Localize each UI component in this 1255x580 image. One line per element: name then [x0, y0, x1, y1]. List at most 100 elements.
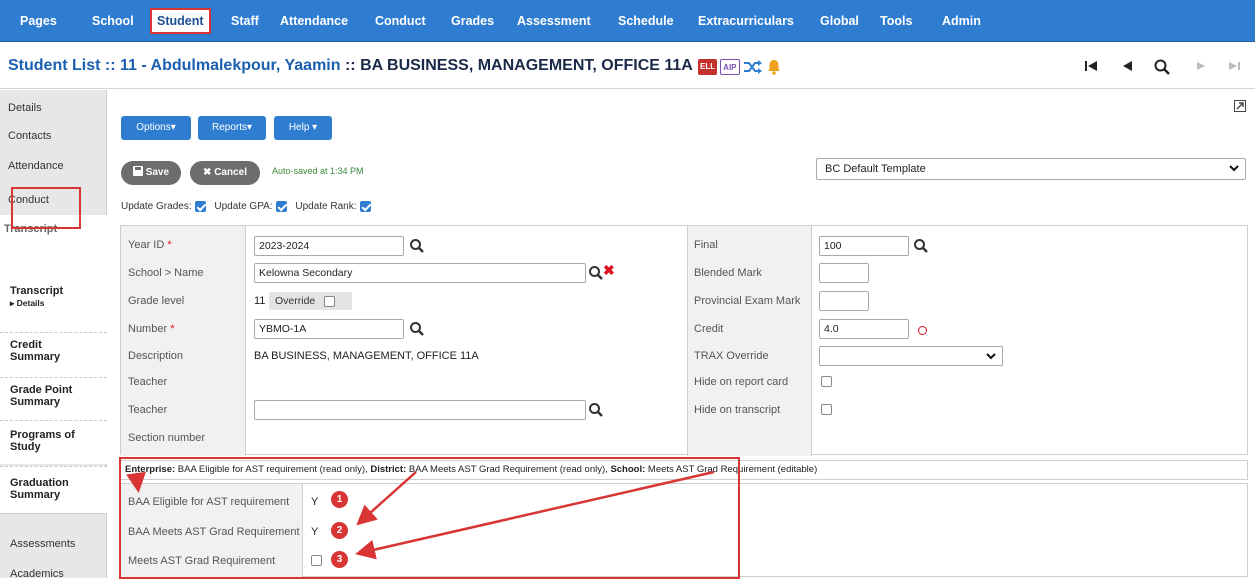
- hide-transcript-label: Hide on transcript: [694, 404, 781, 416]
- search-record-icon[interactable]: [1153, 58, 1171, 76]
- main-content: Options▾ Reports▾ Help ▾ Save ✖ Cancel A…: [108, 90, 1255, 579]
- bell-icon[interactable]: [766, 59, 782, 75]
- provincial-exam-label: Provincial Exam Mark: [694, 295, 801, 307]
- search-icon[interactable]: [409, 238, 425, 254]
- previous-record-icon[interactable]: [1119, 58, 1135, 74]
- number-label: Number *: [128, 323, 175, 335]
- save-button[interactable]: Save: [121, 161, 181, 185]
- cancel-button[interactable]: ✖ Cancel: [190, 161, 260, 185]
- update-rank-checkbox[interactable]: [359, 201, 371, 212]
- title-icons: ELL AIP: [698, 59, 782, 77]
- side-item-line1: Transcript: [10, 285, 64, 297]
- update-gpa-label: Update GPA:: [214, 201, 273, 213]
- side-item-graduation-summary[interactable]: Graduation Summary: [0, 466, 107, 514]
- selected-highlight-box: [11, 187, 81, 229]
- side-item-line2: Summary: [10, 351, 61, 363]
- nav-student[interactable]: Student: [150, 8, 211, 34]
- section-title: :: BA BUSINESS, MANAGEMENT, OFFICE 11A: [340, 57, 693, 74]
- nav-assessment[interactable]: Assessment: [517, 10, 591, 32]
- left-label-column: [121, 226, 246, 456]
- side-item-line1: Credit: [10, 339, 42, 351]
- ell-badge-icon[interactable]: ELL: [698, 59, 718, 75]
- template-select[interactable]: BC Default Template: [816, 158, 1246, 180]
- trax-override-select[interactable]: [819, 346, 1003, 366]
- search-icon[interactable]: [409, 321, 425, 337]
- aip-badge-icon[interactable]: AIP: [720, 59, 740, 75]
- provincial-exam-input[interactable]: [819, 291, 869, 311]
- year-id-input[interactable]: 2023-2024: [254, 236, 404, 256]
- reports-button[interactable]: Reports▾: [198, 116, 266, 140]
- side-item-line2: ▸ Details: [10, 298, 45, 308]
- credit-input[interactable]: 4.0: [819, 319, 909, 339]
- update-flags: Update Grades: Update GPA: Update Rank:: [121, 201, 377, 212]
- number-input[interactable]: YBMO-1A: [254, 319, 404, 339]
- next-record-icon[interactable]: [1193, 58, 1209, 74]
- teacher-label: Teacher: [128, 376, 168, 388]
- nav-grades[interactable]: Grades: [451, 10, 494, 32]
- side-item-line1: Grade Point: [10, 384, 73, 396]
- nav-tools[interactable]: Tools: [880, 10, 912, 32]
- section-number-label: Section number: [128, 432, 206, 444]
- side-item-line2: Summary: [10, 396, 61, 408]
- school-name-label: School > Name: [128, 267, 204, 279]
- teacher-input[interactable]: [254, 400, 586, 420]
- nav-global[interactable]: Global: [820, 10, 859, 32]
- details-form: Year ID * 2023-2024 School > Name Kelown…: [120, 225, 1248, 456]
- warning-circle-icon: [918, 326, 927, 335]
- side-item-programs-of-study[interactable]: Programs of Study: [0, 420, 107, 464]
- blended-mark-label: Blended Mark: [694, 267, 762, 279]
- nav-admin[interactable]: Admin: [942, 10, 981, 32]
- credit-label: Credit: [694, 323, 724, 335]
- update-grades-checkbox[interactable]: [194, 201, 206, 212]
- hide-transcript-checkbox[interactable]: [821, 404, 832, 415]
- side-tab-attendance[interactable]: Attendance: [0, 160, 107, 172]
- search-icon[interactable]: [588, 402, 604, 418]
- help-button[interactable]: Help ▾: [274, 116, 332, 140]
- popout-icon[interactable]: [1234, 100, 1246, 112]
- search-icon[interactable]: [588, 265, 604, 281]
- side-item-transcript-details[interactable]: Transcript ▸ Details: [0, 285, 107, 315]
- clear-icon[interactable]: ✖: [603, 262, 615, 279]
- left-sidebar: Details Contacts Attendance Conduct Tran…: [0, 90, 107, 580]
- override-toggle[interactable]: Override: [269, 292, 352, 310]
- options-button[interactable]: Options▾: [121, 116, 191, 140]
- first-record-icon[interactable]: [1083, 58, 1099, 74]
- side-tab-academics[interactable]: Academics: [0, 568, 107, 580]
- nav-schedule[interactable]: Schedule: [618, 10, 674, 32]
- school-name-input[interactable]: Kelowna Secondary: [254, 263, 586, 283]
- side-item-line1: Programs of: [10, 429, 75, 441]
- override-label: Override: [275, 295, 316, 307]
- cancel-label: Cancel: [214, 167, 247, 178]
- chevron-down-icon: [1229, 165, 1239, 172]
- nav-extracurriculars[interactable]: Extracurriculars: [698, 10, 794, 32]
- side-item-credit-summary[interactable]: Credit Summary: [0, 332, 107, 372]
- update-rank-label: Update Rank:: [295, 201, 357, 213]
- nav-staff[interactable]: Staff: [231, 10, 259, 32]
- student-list-link[interactable]: Student List :: 11 - Abdulmalekpour, Yaa…: [8, 57, 341, 74]
- final-input[interactable]: 100: [819, 236, 909, 256]
- side-tab-assessments[interactable]: Assessments: [0, 538, 107, 550]
- teacher-label-2: Teacher: [128, 404, 168, 416]
- top-nav: Pages School Student Staff Attendance Co…: [0, 0, 1255, 42]
- last-record-icon[interactable]: [1226, 58, 1242, 74]
- side-item-line1: Graduation: [10, 477, 69, 489]
- override-checkbox[interactable]: [324, 295, 336, 307]
- trax-override-label: TRAX Override: [694, 350, 769, 362]
- search-icon[interactable]: [913, 238, 929, 254]
- side-tab-contacts[interactable]: Contacts: [0, 130, 107, 142]
- title-bar: Student List :: 11 - Abdulmalekpour, Yaa…: [0, 43, 1255, 89]
- hide-report-card-checkbox[interactable]: [821, 376, 832, 387]
- nav-school[interactable]: School: [92, 10, 134, 32]
- nav-pages[interactable]: Pages: [20, 10, 57, 32]
- description-label: Description: [128, 350, 184, 362]
- description-value: BA BUSINESS, MANAGEMENT, OFFICE 11A: [254, 350, 479, 362]
- chevron-down-icon: [986, 353, 996, 360]
- update-gpa-checkbox[interactable]: [275, 201, 287, 212]
- side-item-gpa-summary[interactable]: Grade Point Summary: [0, 377, 107, 417]
- shuffle-icon[interactable]: [743, 59, 763, 75]
- side-item-line2: Summary: [10, 489, 61, 501]
- blended-mark-input[interactable]: [819, 263, 869, 283]
- side-tab-details[interactable]: Details: [0, 102, 107, 114]
- nav-attendance[interactable]: Attendance: [280, 10, 348, 32]
- nav-conduct[interactable]: Conduct: [375, 10, 426, 32]
